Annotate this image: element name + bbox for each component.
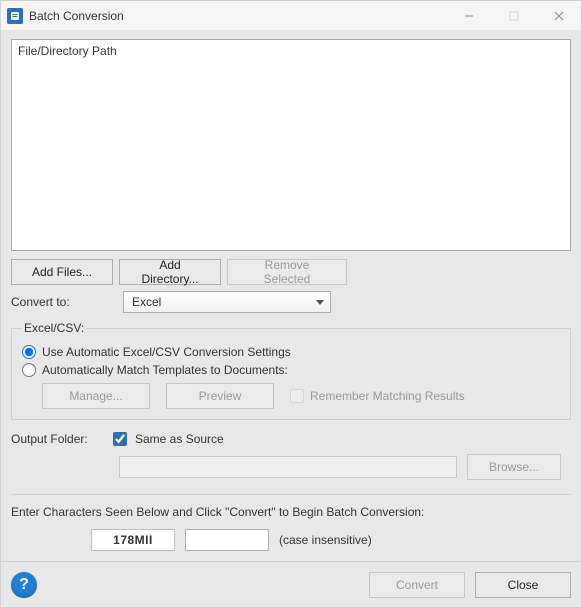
convert-to-selected-value: Excel — [132, 295, 161, 309]
radio-match-templates[interactable] — [22, 363, 36, 377]
app-icon — [7, 8, 23, 24]
captcha-hint: (case insensitive) — [279, 533, 372, 547]
add-directory-button[interactable]: Add Directory... — [119, 259, 221, 285]
excel-csv-group: Excel/CSV: Use Automatic Excel/CSV Conve… — [11, 321, 571, 420]
file-list-column-header: File/Directory Path — [12, 40, 570, 60]
radio-match-row: Automatically Match Templates to Documen… — [22, 363, 560, 377]
window-close-button[interactable] — [536, 1, 581, 31]
captcha-row: 178MII (case insensitive) — [91, 529, 571, 551]
convert-button: Convert — [369, 572, 465, 598]
captcha-input[interactable] — [185, 529, 269, 551]
convert-to-select[interactable]: Excel — [123, 291, 331, 313]
same-as-source-label: Same as Source — [135, 432, 224, 446]
excel-csv-legend: Excel/CSV: — [22, 321, 86, 335]
footer-bar: ? Convert Close — [1, 561, 581, 607]
close-button[interactable]: Close — [475, 572, 571, 598]
window-title: Batch Conversion — [29, 9, 124, 23]
radio-auto-row: Use Automatic Excel/CSV Conversion Setti… — [22, 345, 560, 359]
help-icon[interactable]: ? — [11, 572, 37, 598]
same-as-source-checkbox[interactable] — [113, 432, 127, 446]
window-minimize-button[interactable] — [446, 1, 491, 31]
radio-auto-label: Use Automatic Excel/CSV Conversion Setti… — [42, 345, 291, 359]
captcha-code-display: 178MII — [91, 529, 175, 551]
output-folder-label: Output Folder: — [11, 432, 105, 446]
captcha-prompt: Enter Characters Seen Below and Click "C… — [11, 505, 571, 519]
add-files-button[interactable]: Add Files... — [11, 259, 113, 285]
remember-matching-label: Remember Matching Results — [310, 389, 465, 403]
file-list-buttons-row: Add Files... Add Directory... Remove Sel… — [11, 259, 571, 285]
batch-conversion-window: Batch Conversion File/Directory Path Add… — [0, 0, 582, 608]
file-list[interactable]: File/Directory Path — [11, 39, 571, 251]
remember-matching-row: Remember Matching Results — [290, 389, 465, 403]
chevron-down-icon — [316, 300, 324, 305]
output-path-row: Browse... — [11, 454, 571, 480]
window-maximize-button — [491, 1, 536, 31]
manage-button: Manage... — [42, 383, 150, 409]
convert-to-label: Convert to: — [11, 295, 115, 309]
output-folder-row: Output Folder: Same as Source — [11, 432, 571, 446]
radio-auto-settings[interactable] — [22, 345, 36, 359]
radio-match-label: Automatically Match Templates to Documen… — [42, 363, 288, 377]
content-area: File/Directory Path Add Files... Add Dir… — [1, 31, 581, 561]
separator — [11, 494, 571, 495]
preview-button: Preview — [166, 383, 274, 409]
browse-button: Browse... — [467, 454, 561, 480]
template-buttons-row: Manage... Preview Remember Matching Resu… — [42, 383, 560, 409]
convert-to-row: Convert to: Excel — [11, 291, 571, 313]
window-titlebar: Batch Conversion — [1, 1, 581, 31]
output-path-field — [119, 456, 457, 478]
remember-matching-checkbox — [290, 389, 304, 403]
remove-selected-button: Remove Selected — [227, 259, 347, 285]
